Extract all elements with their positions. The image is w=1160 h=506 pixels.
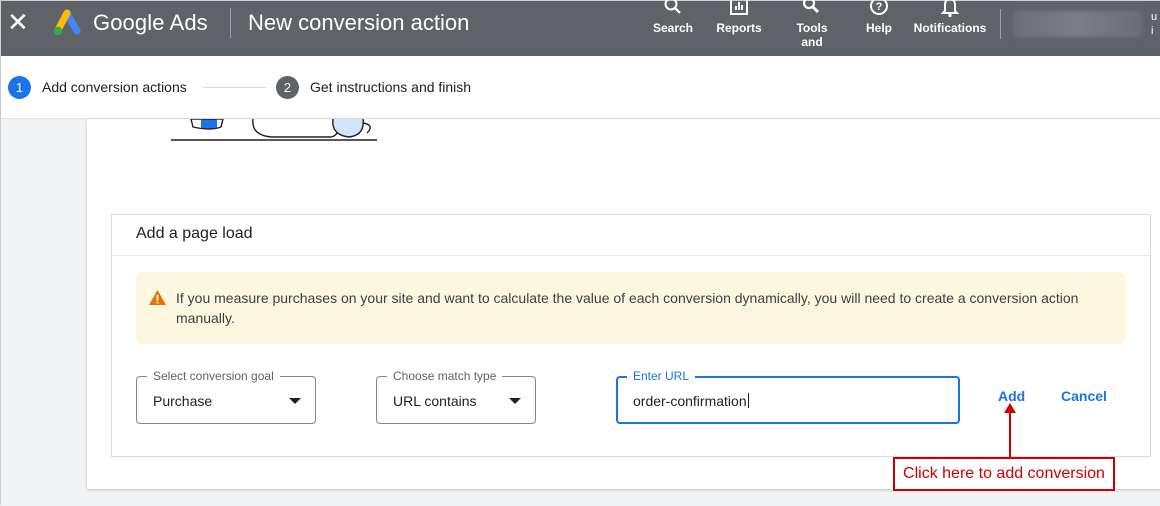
panel-divider (112, 255, 1150, 256)
warning-text: If you measure purchases on your site an… (176, 290, 1079, 326)
url-input-value: order-confirmation (633, 393, 749, 409)
app-window: ✕ Google Ads New conversion action Searc… (0, 0, 1160, 506)
svg-text:?: ? (876, 1, 883, 13)
page-load-panel: Add a page load If you measure purchases… (111, 214, 1151, 457)
url-input[interactable]: Enter URL order-confirmation (616, 369, 960, 424)
account-info-blurred[interactable] (1013, 11, 1143, 37)
step-connector (203, 87, 266, 88)
annotation-arrow (1009, 409, 1011, 457)
progress-stepper: 1 Add conversion actions 2 Get instructi… (1, 56, 1160, 119)
reports-icon (713, 0, 765, 19)
top-bar: ✕ Google Ads New conversion action Searc… (1, 0, 1160, 56)
panel-title: Add a page load (136, 225, 253, 242)
search-tool-label: Search (652, 21, 694, 35)
conversion-goal-value: Purchase (153, 393, 213, 409)
dropdown-arrow-icon (509, 398, 521, 404)
notifications-tool-label: Notifications (913, 21, 987, 35)
tools-tool[interactable]: Tools and (789, 0, 835, 49)
step-1-number: 1 (8, 76, 31, 99)
bell-icon (909, 0, 991, 19)
search-tool[interactable]: Search (647, 0, 699, 35)
match-type-value: URL contains (393, 393, 477, 409)
edge-text: u i (1151, 11, 1158, 37)
warning-banner: If you measure purchases on your site an… (136, 272, 1126, 344)
dropdown-arrow-icon (289, 398, 301, 404)
tools-tool-label: Tools and (796, 21, 828, 49)
match-type-label: Choose match type (387, 369, 503, 383)
conversion-card: Add a page load If you measure purchases… (87, 118, 1160, 489)
toolbar-divider (1000, 9, 1001, 39)
illustration-image (171, 118, 381, 143)
brand-name: Google Ads (93, 10, 208, 35)
annotation-callout: Click here to add conversion (893, 457, 1115, 491)
notifications-tool[interactable]: Notifications (909, 0, 991, 35)
warning-icon (148, 289, 167, 306)
add-button[interactable]: Add (998, 388, 1025, 404)
google-ads-logo (51, 9, 83, 37)
step-2-label: Get instructions and finish (310, 79, 472, 95)
header-divider (230, 8, 231, 38)
help-tool-label: Help (865, 21, 892, 35)
step-1-label: Add conversion actions (42, 79, 187, 95)
reports-tool[interactable]: Reports (713, 0, 765, 35)
close-icon[interactable]: ✕ (7, 9, 29, 37)
match-type-select[interactable]: Choose match type URL contains (376, 369, 536, 424)
help-tool[interactable]: ? Help (859, 0, 899, 35)
text-cursor (747, 393, 749, 408)
page-title: New conversion action (248, 10, 470, 35)
conversion-goal-label: Select conversion goal (147, 369, 280, 383)
conversion-goal-select[interactable]: Select conversion goal Purchase (136, 369, 316, 424)
step-2-number: 2 (276, 76, 299, 99)
wrench-icon (789, 0, 835, 19)
cancel-button[interactable]: Cancel (1061, 388, 1107, 404)
search-icon (647, 0, 699, 19)
main-content: Add a page load If you measure purchases… (1, 118, 1160, 506)
reports-tool-label: Reports (716, 21, 762, 35)
help-icon: ? (859, 0, 899, 19)
url-input-label: Enter URL (627, 369, 696, 383)
